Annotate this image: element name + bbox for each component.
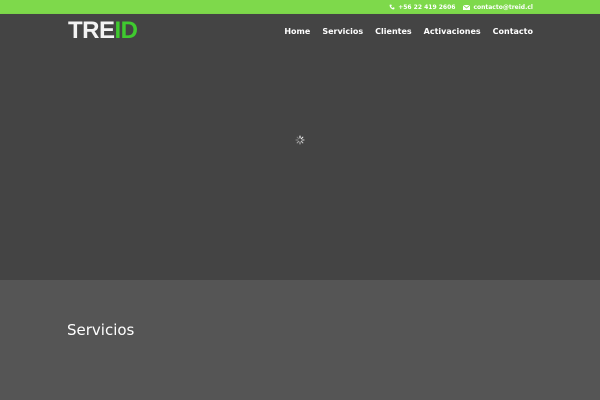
main-nav: Home Servicios Clientes Activaciones Con… xyxy=(284,14,533,48)
nav-item-clientes[interactable]: Clientes xyxy=(375,27,412,36)
envelope-icon xyxy=(463,4,471,10)
phone-number: +56 22 419 2606 xyxy=(398,3,456,11)
phone-contact[interactable]: +56 22 419 2606 xyxy=(389,4,455,11)
top-bar: +56 22 419 2606 contacto@treid.cl xyxy=(0,0,600,14)
top-bar-contacts: +56 22 419 2606 contacto@treid.cl xyxy=(389,2,533,12)
email-address: contacto@treid.cl xyxy=(473,3,533,11)
nav-item-home[interactable]: Home xyxy=(284,27,310,36)
logo-text-primary: TRE xyxy=(68,17,115,44)
phone-icon xyxy=(389,4,395,10)
nav-item-servicios[interactable]: Servicios xyxy=(322,27,363,36)
logo-text-accent: ID xyxy=(114,17,139,44)
hero-slider xyxy=(0,48,600,280)
site-header: TRE ID Home Servicios Clientes Activacion… xyxy=(0,14,600,48)
email-contact[interactable]: contacto@treid.cl xyxy=(463,4,533,11)
loading-spinner-icon xyxy=(295,135,305,145)
nav-item-activaciones[interactable]: Activaciones xyxy=(424,27,481,36)
site-logo[interactable]: TRE ID xyxy=(68,18,138,44)
services-section: Servicios xyxy=(0,280,600,400)
section-title: Servicios xyxy=(67,321,135,339)
nav-item-contacto[interactable]: Contacto xyxy=(493,27,533,36)
